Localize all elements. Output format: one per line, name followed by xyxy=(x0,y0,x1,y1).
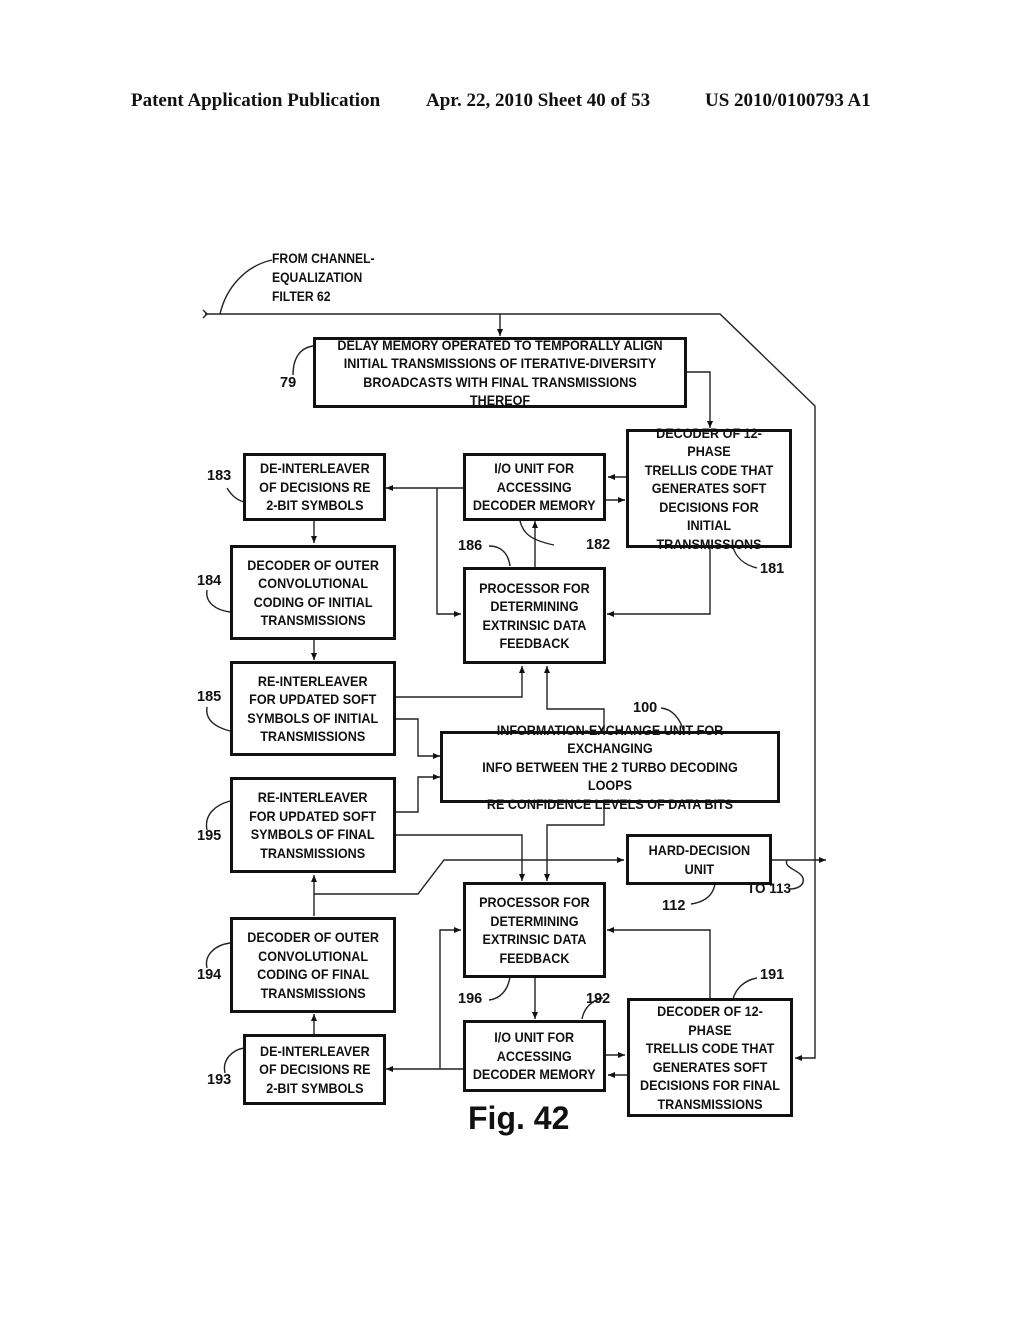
reinterleaver-initial-to-exchange xyxy=(396,718,440,759)
block-outer-decoder-initial: DECODER OF OUTER CONVOLUTIONAL CODING OF… xyxy=(230,545,396,640)
block-reinterleaver-initial-text: RE-INTERLEAVER FOR UPDATED SOFT SYMBOLS … xyxy=(247,672,379,745)
ref-184: 184 xyxy=(197,573,222,589)
block-delay-memory-text: DELAY MEMORY OPERATED TO TEMPORALLY ALIG… xyxy=(337,336,663,409)
ref-leader-191 xyxy=(732,977,758,1000)
ref-181: 181 xyxy=(760,561,785,577)
block-io-unit-initial-text: I/O UNIT FOR ACCESSING DECODER MEMORY xyxy=(473,460,596,514)
figure-label: Fig. 42 xyxy=(468,1100,570,1136)
ref-leader-184 xyxy=(206,589,231,613)
block-io-unit-initial: I/O UNIT FOR ACCESSING DECODER MEMORY xyxy=(463,453,606,521)
block-trellis-decoder-initial: DECODER OF 12-PHASE TRELLIS CODE THAT GE… xyxy=(626,425,792,552)
ref-leader-193 xyxy=(223,1047,245,1074)
block-deinterleaver-final-text: DE-INTERLEAVER OF DECISIONS RE 2-BIT SYM… xyxy=(258,1042,371,1096)
ref-185: 185 xyxy=(197,689,222,705)
block-hard-decision-text: HARD-DECISION UNIT xyxy=(648,842,750,877)
ref-leader-186 xyxy=(488,545,511,567)
delay-to-trellis-initial xyxy=(686,371,713,428)
ref-194: 194 xyxy=(197,967,222,983)
block-hard-decision: HARD-DECISION UNIT xyxy=(626,834,772,885)
reinterleaver-final-to-exchange xyxy=(396,774,440,813)
ref-leader-182 xyxy=(519,520,555,546)
block-processor-initial-text: PROCESSOR FOR DETERMINING EXTRINSIC DATA… xyxy=(479,579,590,652)
ref-182: 182 xyxy=(586,537,611,553)
ref-leader-194 xyxy=(205,942,231,969)
reinterleaver-to-processor-final xyxy=(396,834,525,881)
ref-leader-112 xyxy=(690,883,716,905)
ref-183: 183 xyxy=(207,468,232,484)
block-deinterleaver-initial: DE-INTERLEAVER OF DECISIONS RE 2-BIT SYM… xyxy=(243,453,386,521)
ref-196: 196 xyxy=(458,991,483,1007)
block-reinterleaver-final-text: RE-INTERLEAVER FOR UPDATED SOFT SYMBOLS … xyxy=(249,789,377,861)
block-trellis-decoder-initial-text: DECODER OF 12-PHASE TRELLIS CODE THAT GE… xyxy=(644,424,774,552)
exchange-to-processor-final xyxy=(544,802,605,881)
block-processor-final: PROCESSOR FOR DETERMINING EXTRINSIC DATA… xyxy=(463,882,606,978)
trellis-to-processor-final xyxy=(607,927,711,998)
ref-leader-185 xyxy=(206,706,231,732)
ref-leader-195 xyxy=(205,800,231,831)
ref-leader-183 xyxy=(226,487,245,503)
block-trellis-decoder-final: DECODER OF 12-PHASE TRELLIS CODE THAT GE… xyxy=(627,998,793,1117)
ref-112: 112 xyxy=(662,898,686,914)
trellis-to-processor-initial xyxy=(607,547,711,617)
block-outer-decoder-final-text: DECODER OF OUTER CONVOLUTIONAL CODING OF… xyxy=(247,929,379,1001)
input-source-note: FROM CHANNEL- EQUALIZATION FILTER 62 xyxy=(272,251,375,304)
ref-186: 186 xyxy=(458,538,483,554)
block-reinterleaver-initial: RE-INTERLEAVER FOR UPDATED SOFT SYMBOLS … xyxy=(230,661,396,756)
ref-193: 193 xyxy=(207,1072,232,1088)
ref-191: 191 xyxy=(760,967,785,983)
ref-leader-79 xyxy=(292,345,314,376)
block-delay-memory: DELAY MEMORY OPERATED TO TEMPORALLY ALIG… xyxy=(313,337,687,408)
block-trellis-decoder-final-text: DECODER OF 12-PHASE TRELLIS CODE THAT GE… xyxy=(639,1003,781,1112)
block-deinterleaver-initial-text: DE-INTERLEAVER OF DECISIONS RE 2-BIT SYM… xyxy=(258,460,371,514)
block-outer-decoder-final: DECODER OF OUTER CONVOLUTIONAL CODING OF… xyxy=(230,917,396,1013)
block-info-exchange: INFORMATION-EXCHANGE UNIT FOR EXCHANGING… xyxy=(440,722,780,812)
block-processor-initial: PROCESSOR FOR DETERMINING EXTRINSIC DATA… xyxy=(463,567,606,664)
block-deinterleaver-final: DE-INTERLEAVER OF DECISIONS RE 2-BIT SYM… xyxy=(243,1034,386,1105)
input-note-leader xyxy=(219,259,273,315)
block-processor-final-text: PROCESSOR FOR DETERMINING EXTRINSIC DATA… xyxy=(479,894,590,966)
ref-195: 195 xyxy=(197,828,222,844)
block-reinterleaver-final: RE-INTERLEAVER FOR UPDATED SOFT SYMBOLS … xyxy=(230,777,396,873)
ref-100: 100 xyxy=(633,700,658,716)
block-io-unit-final: I/O UNIT FOR ACCESSING DECODER MEMORY xyxy=(463,1020,606,1092)
block-info-exchange-text: INFORMATION-EXCHANGE UNIT FOR EXCHANGING… xyxy=(482,721,738,812)
block-io-unit-final-text: I/O UNIT FOR ACCESSING DECODER MEMORY xyxy=(473,1029,596,1083)
ref-192: 192 xyxy=(586,991,611,1007)
ref-leader-196 xyxy=(488,976,511,1001)
reinterleaver-to-processor-initial xyxy=(396,666,525,698)
block-outer-decoder-initial-text: DECODER OF OUTER CONVOLUTIONAL CODING OF… xyxy=(247,556,379,629)
ref-79: 79 xyxy=(280,375,297,391)
